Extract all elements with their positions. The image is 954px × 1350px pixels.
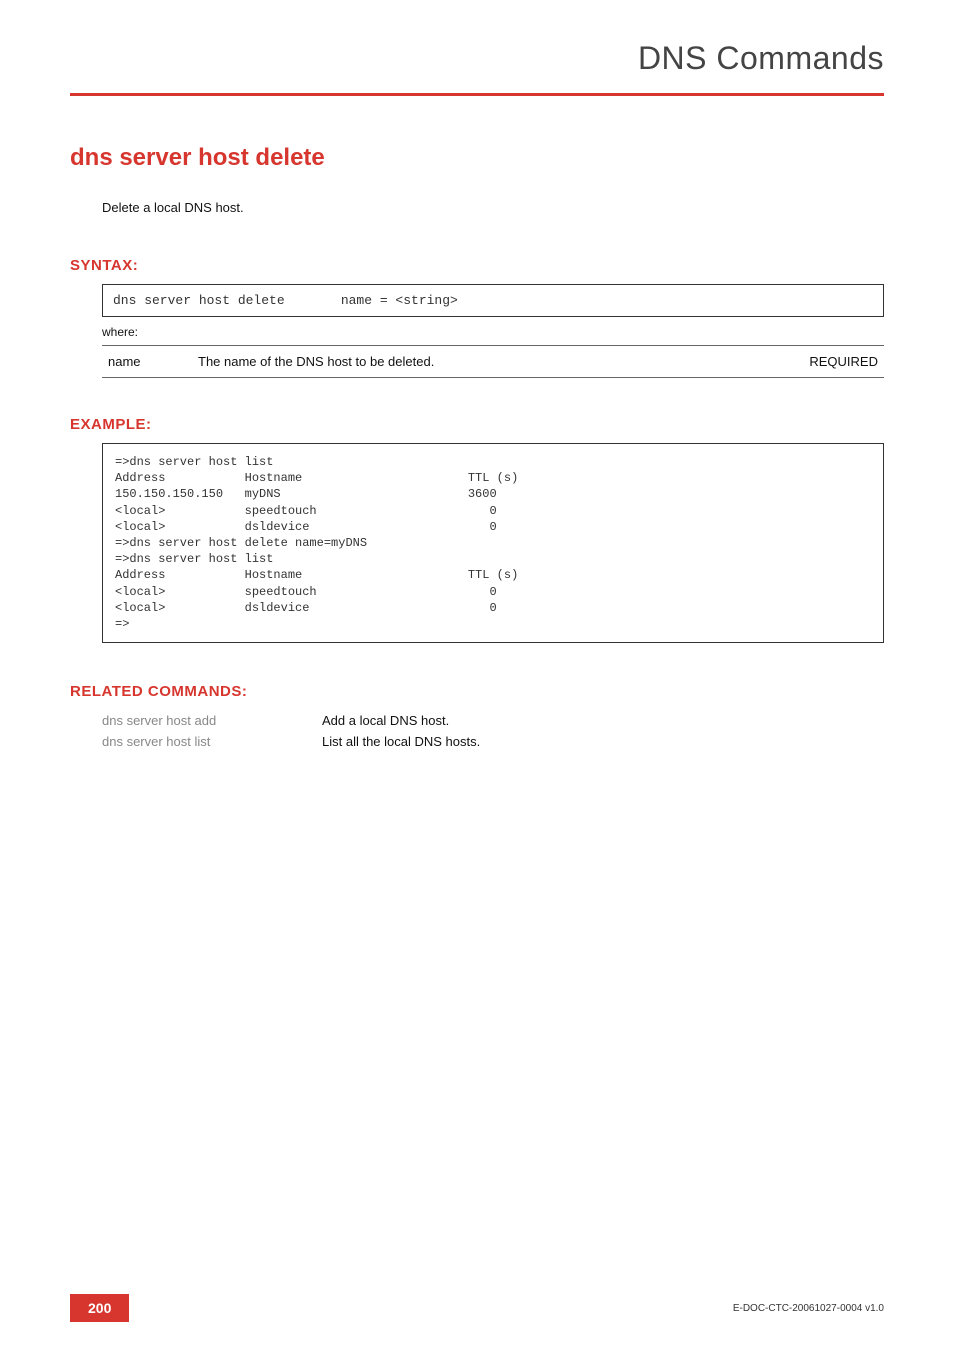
param-table: name The name of the DNS host to be dele… bbox=[102, 345, 884, 378]
related-command-desc: List all the local DNS hosts. bbox=[322, 731, 480, 752]
page-number: 200 bbox=[70, 1294, 129, 1322]
command-description: Delete a local DNS host. bbox=[102, 200, 884, 215]
param-desc: The name of the DNS host to be deleted. bbox=[192, 346, 774, 378]
example-box: =>dns server host list Address Hostname … bbox=[102, 443, 884, 643]
chapter-title: DNS Commands bbox=[70, 40, 884, 93]
param-row: name The name of the DNS host to be dele… bbox=[102, 346, 884, 378]
related-command-name: dns server host list bbox=[102, 731, 322, 752]
accent-rule bbox=[70, 93, 884, 96]
where-label: where: bbox=[102, 325, 884, 339]
related-row: dns server host add Add a local DNS host… bbox=[102, 710, 480, 731]
doc-id: E-DOC-CTC-20061027-0004 v1.0 bbox=[733, 1303, 884, 1314]
syntax-args: name = <string> bbox=[341, 293, 458, 308]
related-heading: RELATED COMMANDS: bbox=[70, 683, 884, 700]
example-heading: EXAMPLE: bbox=[70, 416, 884, 433]
param-required: REQUIRED bbox=[774, 346, 884, 378]
related-command-desc: Add a local DNS host. bbox=[322, 710, 480, 731]
related-command-name: dns server host add bbox=[102, 710, 322, 731]
syntax-heading: SYNTAX: bbox=[70, 257, 884, 274]
related-row: dns server host list List all the local … bbox=[102, 731, 480, 752]
footer: 200 E-DOC-CTC-20061027-0004 v1.0 bbox=[70, 1294, 884, 1322]
command-title: dns server host delete bbox=[70, 144, 884, 172]
related-table: dns server host add Add a local DNS host… bbox=[102, 710, 480, 752]
syntax-command: dns server host delete bbox=[113, 293, 333, 308]
syntax-box: dns server host delete name = <string> bbox=[102, 284, 884, 317]
param-name: name bbox=[102, 346, 192, 378]
